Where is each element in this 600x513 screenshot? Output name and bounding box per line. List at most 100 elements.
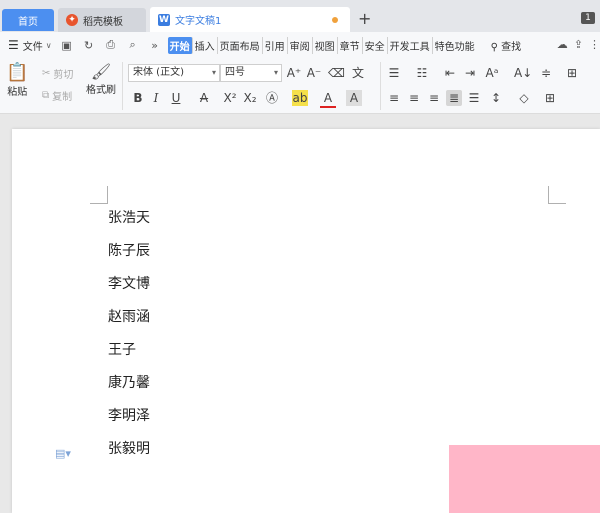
tab-home-label: 首页 [18, 16, 38, 28]
ribbon: ☰ 文件 ∨ ▣ ↻ ⎙ ⌕ » 开始 插入 页面布局 引用 审阅 视图 章节 … [0, 32, 600, 114]
tab-template[interactable]: ✦ 稻壳模板 [58, 8, 146, 32]
borders-icon[interactable]: ⊞ [542, 90, 558, 106]
distributed-icon[interactable]: ☰ [466, 90, 482, 106]
ribbon-tab-insert[interactable]: 插入 [193, 36, 218, 54]
docer-icon: ✦ [66, 14, 78, 26]
share-icon[interactable]: ⇪ [574, 38, 583, 51]
brush-icon: 🖌 [90, 62, 112, 81]
ribbon-right-icons: ☁ ⇪ ⋮ [557, 38, 600, 51]
italic-icon[interactable]: I [148, 90, 164, 106]
ribbon-tab-security[interactable]: 安全 [363, 36, 388, 54]
window-tab-bar: 首页 ✦ 稻壳模板 W 文字文稿1 + 1 [0, 0, 600, 32]
font-name-value: 宋体 (正文) [133, 67, 184, 78]
scissors-icon: ✂ [42, 68, 51, 79]
search-button[interactable]: ⚲ 查找 [491, 38, 522, 53]
paste-icon: 📋 [6, 62, 29, 83]
ribbon-tab-section[interactable]: 章节 [338, 36, 363, 54]
chevron-down-icon[interactable]: ∨ [46, 41, 52, 50]
grow-font-icon[interactable]: A⁺ [286, 65, 302, 81]
change-case-icon[interactable]: Aᵃ [484, 65, 500, 81]
numbered-list-icon[interactable]: ☷ [414, 65, 430, 81]
strikethrough-icon[interactable]: A [196, 90, 212, 106]
new-tab-button[interactable]: + [358, 9, 371, 28]
align-center-icon[interactable]: ≡ [406, 90, 422, 106]
margin-corner-top-right [548, 186, 566, 204]
line-spacing-icon[interactable]: ↕ [488, 90, 504, 106]
print-preview-icon[interactable]: ⌕ [126, 38, 140, 52]
divider [122, 62, 123, 110]
undo-history-icon[interactable]: ↻ [82, 38, 96, 52]
list-item[interactable]: 赵雨涵 [108, 308, 150, 341]
paste-button[interactable]: 📋 粘贴 [6, 62, 28, 98]
list-item[interactable]: 张毅明 [108, 440, 150, 473]
ribbon-tab-developer[interactable]: 开发工具 [388, 36, 433, 54]
search-icon: ⚲ [490, 41, 498, 53]
paste-label: 粘贴 [7, 87, 28, 98]
unsaved-dot-icon[interactable] [332, 17, 338, 23]
sort-icon[interactable]: A↓ [514, 65, 532, 81]
shading-icon[interactable]: ◇ [516, 90, 532, 106]
list-item[interactable]: 王子 [108, 341, 150, 374]
save-icon[interactable]: ▣ [60, 38, 74, 52]
table-grid-icon[interactable]: ⊞ [564, 65, 580, 81]
list-item[interactable]: 陈子辰 [108, 242, 150, 275]
list-item[interactable]: 张浩天 [108, 209, 150, 242]
tab-document[interactable]: W 文字文稿1 [150, 7, 350, 32]
hamburger-icon[interactable]: ☰ [8, 38, 19, 52]
increase-indent-icon[interactable]: ⇥ [462, 65, 478, 81]
font-color-icon[interactable]: A [320, 90, 336, 108]
font-name-select[interactable]: 宋体 (正文) ▾ [128, 64, 220, 82]
cloud-icon[interactable]: ☁ [557, 38, 568, 51]
ribbon-tab-home[interactable]: 开始 [167, 36, 193, 54]
margin-corner-top-left [90, 186, 108, 204]
more-chevron-icon[interactable]: » [148, 38, 162, 52]
list-item[interactable]: 李明泽 [108, 407, 150, 440]
copy-button[interactable]: ⧉ 复制 [42, 88, 72, 103]
print-icon[interactable]: ⎙ [104, 38, 118, 52]
more-icon[interactable]: ⋮ [589, 38, 600, 51]
subscript-icon[interactable]: X₂ [242, 90, 258, 106]
align-left-icon[interactable]: ≡ [386, 90, 402, 106]
ribbon-tab-view[interactable]: 视图 [313, 36, 338, 54]
align-right-icon[interactable]: ≡ [426, 90, 442, 106]
copy-label: 复制 [52, 92, 73, 103]
writer-icon: W [158, 13, 170, 26]
name-list: 张浩天 陈子辰 李文博 赵雨涵 王子 康乃馨 李明泽 张毅明 [108, 209, 150, 473]
format-painter-button[interactable]: 🖌 格式刷 [86, 62, 116, 96]
list-item[interactable]: 李文博 [108, 275, 150, 308]
copy-icon: ⧉ [42, 90, 50, 101]
window-count-badge[interactable]: 1 [581, 12, 595, 24]
tab-template-label: 稻壳模板 [83, 16, 123, 28]
home-toolbar: 📋 粘贴 ✂ 剪切 ⧉ 复制 🖌 格式刷 宋体 (正文) ▾ 四号 ▾ A⁺ A⁻ ⌫ … [0, 58, 600, 114]
format-painter-label: 格式刷 [86, 85, 116, 96]
highlight-icon[interactable]: ab [292, 90, 308, 106]
tab-document-label: 文字文稿1 [175, 16, 222, 27]
superscript-icon[interactable]: X² [222, 90, 238, 106]
menu-bar: ☰ 文件 ∨ ▣ ↻ ⎙ ⌕ » 开始 插入 页面布局 引用 审阅 视图 章节 … [0, 32, 600, 58]
text-effect-icon[interactable]: Ⓐ [264, 90, 280, 106]
list-item[interactable]: 康乃馨 [108, 374, 150, 407]
cut-button[interactable]: ✂ 剪切 [42, 66, 73, 81]
file-menu[interactable]: 文件 [23, 38, 43, 53]
ribbon-tab-references[interactable]: 引用 [263, 36, 288, 54]
bold-icon[interactable]: B [130, 90, 146, 106]
paragraph-handle-icon[interactable]: ▤▾ [55, 447, 71, 460]
bullet-list-icon[interactable]: ☰ [386, 65, 402, 81]
para-format-icon[interactable]: ≑ [538, 65, 554, 81]
ribbon-tab-layout[interactable]: 页面布局 [218, 36, 263, 54]
char-shading-icon[interactable]: A [346, 90, 362, 106]
font-size-value: 四号 [225, 67, 245, 78]
shrink-font-icon[interactable]: A⁻ [306, 65, 322, 81]
decrease-indent-icon[interactable]: ⇤ [442, 65, 458, 81]
font-size-select[interactable]: 四号 ▾ [220, 64, 282, 82]
underline-icon[interactable]: U [168, 90, 184, 106]
chevron-down-icon: ▾ [273, 68, 278, 77]
justify-icon[interactable]: ≣ [446, 90, 462, 106]
cut-label: 剪切 [53, 70, 74, 81]
pink-overlay [449, 445, 600, 513]
ribbon-tab-review[interactable]: 审阅 [288, 36, 313, 54]
clear-format-icon[interactable]: ⌫ [328, 65, 345, 81]
phonetic-guide-icon[interactable]: 文 [350, 65, 366, 81]
tab-home[interactable]: 首页 [2, 9, 54, 31]
ribbon-tab-features[interactable]: 特色功能 [433, 37, 477, 54]
